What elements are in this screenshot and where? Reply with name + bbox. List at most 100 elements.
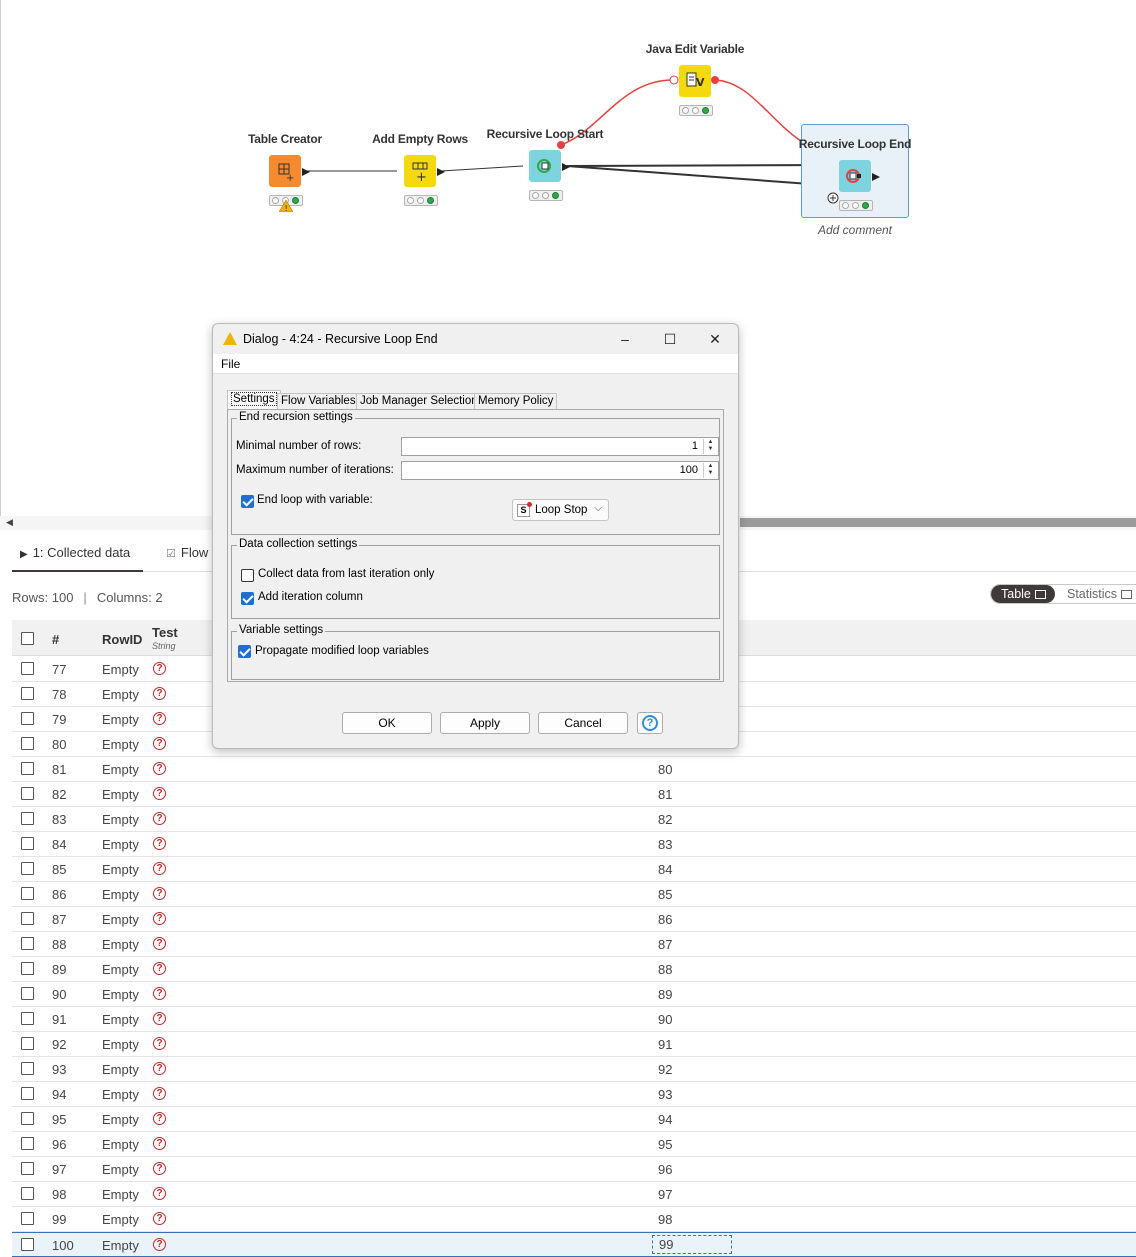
apply-button[interactable]: Apply	[440, 712, 530, 734]
table-row[interactable]: 91 Empty? 90	[12, 1007, 1136, 1032]
spinner-arrows-icon[interactable]: ▲ ▼	[703, 439, 717, 454]
table-row[interactable]: 87 Empty? 86	[12, 907, 1136, 932]
statistics-view-button[interactable]: Statistics	[1055, 585, 1133, 603]
output-port-icon[interactable]	[436, 167, 446, 177]
table-row[interactable]: 89 Empty? 88	[12, 957, 1136, 982]
row-checkbox[interactable]	[21, 1162, 34, 1175]
table-view-label: Table	[1001, 587, 1031, 601]
table-view-button[interactable]: Table	[991, 585, 1055, 603]
menu-file[interactable]: File	[221, 357, 240, 371]
table-row[interactable]: 82 Empty? 81	[12, 782, 1136, 807]
table-row[interactable]: 88 Empty? 87	[12, 932, 1136, 957]
tab-flow-variables[interactable]: ☑ Flow	[158, 540, 216, 572]
row-checkbox[interactable]	[21, 1238, 34, 1251]
table-row[interactable]: 85 Empty? 84	[12, 857, 1136, 882]
min-rows-spinner[interactable]: 1 ▲ ▼	[401, 437, 719, 456]
row-checkbox[interactable]	[21, 912, 34, 925]
table-creator-icon[interactable]: +	[269, 155, 301, 187]
loop-end-icon[interactable]	[839, 160, 871, 192]
close-button[interactable]: ✕	[700, 328, 730, 350]
table-row[interactable]: 99 Empty? 98	[12, 1207, 1136, 1232]
row-checkbox[interactable]	[21, 937, 34, 950]
row-index: 79	[52, 712, 67, 727]
output-port-icon[interactable]	[561, 162, 571, 172]
row-checkbox[interactable]	[21, 787, 34, 800]
table-row[interactable]: 84 Empty? 83	[12, 832, 1136, 857]
last-iteration-checkbox[interactable]	[241, 569, 254, 582]
add-comment-label[interactable]: Add comment	[801, 223, 909, 237]
scrollbar-thumb[interactable]	[740, 518, 1136, 527]
row-checkbox[interactable]	[21, 987, 34, 1000]
row-checkbox[interactable]	[21, 762, 34, 775]
row-checkbox[interactable]	[21, 1187, 34, 1200]
table-row[interactable]: 81 Empty? 80	[12, 757, 1136, 782]
tab-memory-policy[interactable]: Memory Policy	[474, 393, 558, 409]
row-checkbox[interactable]	[21, 862, 34, 875]
scroll-left-icon[interactable]: ◀	[6, 517, 13, 528]
row-checkbox[interactable]	[21, 1137, 34, 1150]
table-row[interactable]: 86 Empty? 85	[12, 882, 1136, 907]
table-row[interactable]: 95 Empty? 94	[12, 1107, 1136, 1132]
missing-value-icon: ?	[153, 1238, 166, 1251]
table-row[interactable]: 98 Empty? 97	[12, 1182, 1136, 1207]
variable-port-dot	[711, 76, 719, 84]
propagate-variables-checkbox[interactable]	[238, 645, 251, 658]
spinner-arrows-icon[interactable]: ▲ ▼	[703, 463, 717, 478]
view-switch: Table Statistics	[990, 584, 1136, 604]
table-row[interactable]: 100 Empty? 99	[12, 1232, 1136, 1257]
dialog-titlebar[interactable]: Dialog - 4:24 - Recursive Loop End – ☐ ✕	[213, 324, 738, 354]
tab-job-manager-selection[interactable]: Job Manager Selection	[356, 393, 482, 409]
table-row[interactable]: 97 Empty? 96	[12, 1157, 1136, 1182]
table-row[interactable]: 92 Empty? 91	[12, 1032, 1136, 1057]
add-rows-icon[interactable]: +	[404, 155, 436, 187]
iteration-cell: 99	[652, 1235, 732, 1254]
row-checkbox[interactable]	[21, 1012, 34, 1025]
row-checkbox[interactable]	[21, 1112, 34, 1125]
missing-value-icon: ?	[153, 787, 166, 800]
iteration-cell: 83	[658, 837, 673, 852]
add-iteration-label: Add iteration column	[258, 591, 363, 603]
java-variable-icon[interactable]: V	[679, 65, 711, 97]
help-button[interactable]: ?	[637, 712, 663, 734]
row-checkbox[interactable]	[21, 712, 34, 725]
add-port-icon[interactable]	[827, 192, 839, 204]
table-row[interactable]: 90 Empty? 89	[12, 982, 1136, 1007]
header-rowid[interactable]: RowID	[102, 632, 142, 647]
row-checkbox[interactable]	[21, 1037, 34, 1050]
row-id: Empty	[102, 1212, 139, 1227]
row-checkbox[interactable]	[21, 1087, 34, 1100]
loop-variable-dropdown[interactable]: S Loop Stop ⌵	[512, 499, 609, 521]
cancel-button[interactable]: Cancel	[538, 712, 628, 734]
minimize-button[interactable]: –	[610, 328, 640, 350]
row-checkbox[interactable]	[21, 662, 34, 675]
row-checkbox[interactable]	[21, 812, 34, 825]
output-port-icon[interactable]	[301, 167, 311, 177]
select-all-checkbox[interactable]	[21, 632, 34, 645]
row-checkbox[interactable]	[21, 1062, 34, 1075]
table-row[interactable]: 83 Empty? 82	[12, 807, 1136, 832]
loop-start-icon[interactable]	[529, 150, 561, 182]
maximize-button[interactable]: ☐	[655, 328, 685, 350]
row-checkbox[interactable]	[21, 687, 34, 700]
table-row[interactable]: 96 Empty? 95	[12, 1132, 1136, 1157]
header-index[interactable]: #	[52, 632, 59, 647]
table-row[interactable]: 94 Empty? 93	[12, 1082, 1136, 1107]
row-checkbox[interactable]	[21, 737, 34, 750]
end-loop-checkbox[interactable]	[241, 495, 254, 508]
row-checkbox[interactable]	[21, 1212, 34, 1225]
row-checkbox[interactable]	[21, 887, 34, 900]
row-checkbox[interactable]	[21, 962, 34, 975]
header-test[interactable]: Test String	[152, 625, 178, 651]
row-id: Empty	[102, 862, 139, 877]
row-checkbox[interactable]	[21, 837, 34, 850]
header-test-label: Test	[152, 625, 178, 640]
tab-settings[interactable]: Settings	[227, 390, 281, 409]
output-port-icon[interactable]	[871, 172, 881, 182]
row-id: Empty	[102, 1037, 139, 1052]
max-iterations-spinner[interactable]: 100 ▲ ▼	[401, 461, 719, 480]
table-row[interactable]: 93 Empty? 92	[12, 1057, 1136, 1082]
add-iteration-checkbox[interactable]	[241, 592, 254, 605]
ok-button[interactable]: OK	[342, 712, 432, 734]
tab-collected-data[interactable]: ▶ 1: Collected data	[12, 540, 143, 572]
tab-flow-variables[interactable]: Flow Variables	[277, 393, 360, 409]
